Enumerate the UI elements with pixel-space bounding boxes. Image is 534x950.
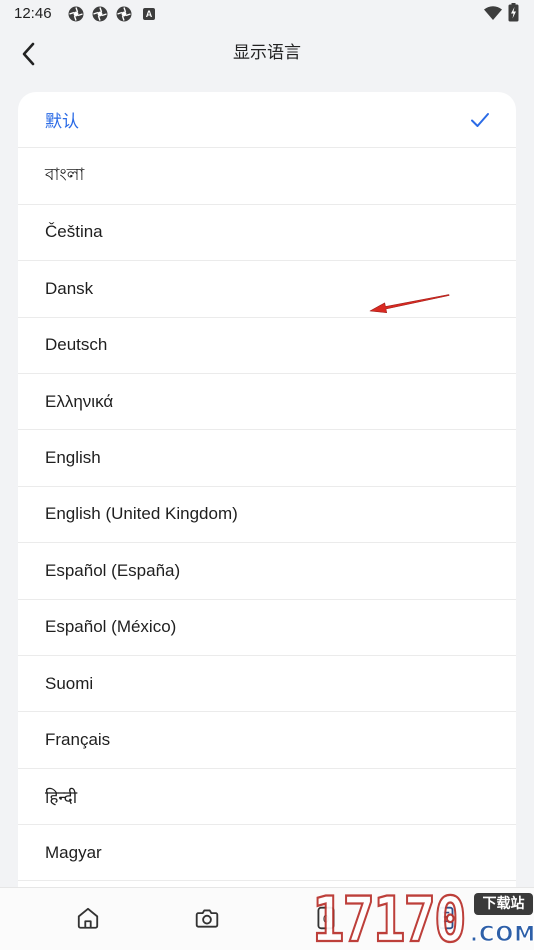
language-option[interactable]: Suomi <box>18 656 516 713</box>
language-label: Magyar <box>45 842 102 862</box>
language-label: Deutsch <box>45 335 108 355</box>
language-option[interactable]: Français <box>18 712 516 769</box>
language-option[interactable]: हिन्दी <box>18 769 516 826</box>
language-label: Ελληνικά <box>45 391 114 411</box>
language-label: English <box>45 448 101 468</box>
nav-home-button[interactable] <box>66 896 110 940</box>
language-list: 默认 বাংলা Čeština Dansk Deutsch Ελληνικά … <box>18 92 516 950</box>
nav-camera-button[interactable] <box>185 896 229 940</box>
nav-counter-button[interactable]: 0 <box>304 896 348 940</box>
battery-charging-icon <box>508 3 519 22</box>
language-label: Español (México) <box>45 617 177 637</box>
language-option[interactable]: Español (México) <box>18 600 516 656</box>
counter-icon: 0 <box>317 906 335 930</box>
language-option[interactable]: Deutsch <box>18 318 516 374</box>
aperture-icon <box>116 6 132 22</box>
language-option[interactable]: Magyar <box>18 825 516 882</box>
device-grid-icon <box>438 906 454 930</box>
language-label: Español (España) <box>45 560 181 580</box>
counter-value: 0 <box>323 913 329 925</box>
language-label: Dansk <box>45 278 94 298</box>
language-option[interactable]: Ελληνικά <box>18 374 516 431</box>
language-option[interactable]: Dansk <box>18 261 516 318</box>
language-option[interactable]: Español (España) <box>18 543 516 600</box>
language-option[interactable]: 默认 <box>18 92 516 149</box>
page-title: 显示语言 <box>233 43 301 62</box>
aperture-icon <box>92 6 108 22</box>
nav-device-button[interactable] <box>424 896 468 940</box>
language-label: 默认 <box>45 112 79 132</box>
a-badge-icon: A <box>143 8 155 20</box>
status-bar: 12:46 A <box>0 0 534 28</box>
language-option[interactable]: English <box>18 430 516 487</box>
language-label: বাংলা <box>45 165 85 185</box>
aperture-icon <box>68 6 84 22</box>
camera-icon <box>195 909 219 928</box>
home-icon <box>77 907 99 929</box>
checkmark-icon <box>471 112 489 127</box>
language-option[interactable]: বাংলা <box>18 148 516 205</box>
language-option[interactable]: Čeština <box>18 205 516 262</box>
clock-time: 12:46 <box>14 5 52 22</box>
bottom-nav: 0 <box>0 887 534 950</box>
wifi-icon <box>484 6 502 20</box>
language-label: Suomi <box>45 673 94 693</box>
language-label: English (United Kingdom) <box>45 504 238 524</box>
language-label: Français <box>45 729 111 749</box>
language-option[interactable]: English (United Kingdom) <box>18 487 516 544</box>
language-label: Čeština <box>45 222 103 242</box>
language-label: हिन्दी <box>45 787 78 807</box>
